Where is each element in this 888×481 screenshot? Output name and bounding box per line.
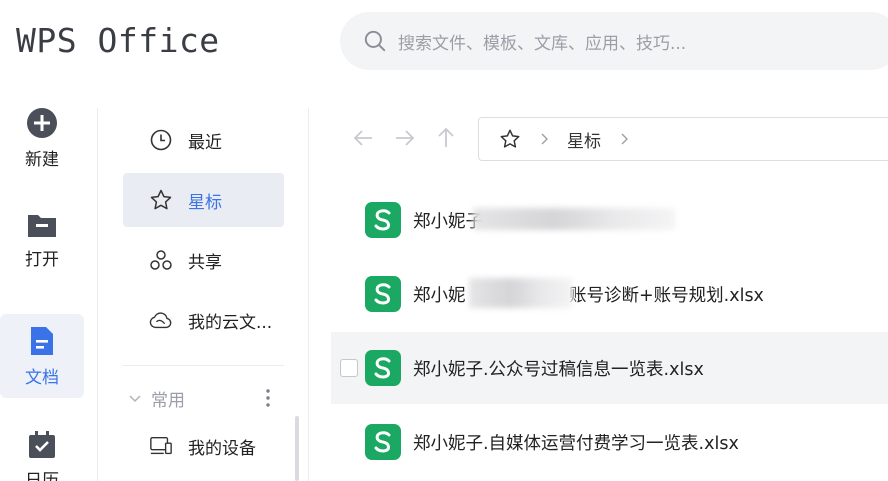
file-row[interactable]: 郑小妮子.自媒体运营付费学习一览表.xlsx (331, 406, 888, 478)
file-row[interactable]: 郑小妮子.公众号过稿信息一览表.xlsx (331, 332, 888, 404)
search-bar[interactable]: 搜索文件、模板、文库、应用、技巧... (340, 12, 888, 70)
spreadsheet-icon (365, 350, 401, 386)
star-icon (149, 188, 173, 212)
nav-item-label: 最近 (188, 132, 222, 153)
rail-item-docs[interactable]: 文档 (0, 314, 84, 398)
nav-item-my-device[interactable]: 我的设备 (123, 419, 284, 473)
breadcrumb[interactable]: 星标 (478, 117, 888, 161)
rail-item-new[interactable]: 新建 (0, 96, 84, 180)
spreadsheet-icon (365, 424, 401, 460)
cloud-icon (149, 308, 173, 332)
more-vertical-icon[interactable] (264, 386, 272, 410)
spreadsheet-icon (365, 276, 401, 312)
section-label: 常用 (151, 390, 185, 411)
nav-item-label: 共享 (188, 252, 222, 273)
rail-item-label: 日历 (25, 470, 59, 481)
file-row[interactable]: 郑小妮子 (331, 184, 888, 256)
app-logo: WPS Office (16, 20, 220, 60)
nav-panel: 最近 星标 共享 我的云文... 常用 我的设备 (98, 108, 308, 481)
nav-item-label: 我的设备 (188, 438, 256, 459)
left-rail: 新建 打开 文档 日历 (0, 107, 98, 481)
file-name: 郑小妮子.自媒体运营付费学习一览表.xlsx (413, 433, 739, 454)
file-name-right: 账号诊断+账号规划.xlsx (569, 285, 764, 306)
rail-item-label: 文档 (25, 367, 59, 388)
spreadsheet-icon (365, 202, 401, 238)
nav-item-starred[interactable]: 星标 (123, 173, 284, 227)
search-placeholder: 搜索文件、模板、文库、应用、技巧... (398, 33, 687, 54)
star-icon (500, 129, 520, 148)
forward-arrow-icon[interactable] (390, 124, 418, 152)
document-icon (31, 326, 53, 355)
chevron-right-icon (621, 133, 628, 145)
plus-circle-icon (27, 107, 57, 138)
chevron-down-icon (129, 395, 141, 403)
clock-icon (149, 128, 173, 152)
nav-item-recent[interactable]: 最近 (123, 113, 284, 167)
rail-item-calendar[interactable]: 日历 (0, 418, 84, 481)
nav-divider-vertical (308, 108, 309, 481)
rail-item-label: 打开 (25, 249, 59, 270)
chevron-right-icon (541, 133, 548, 145)
folder-icon (28, 214, 56, 237)
rail-item-open[interactable]: 打开 (0, 198, 84, 282)
device-icon (149, 434, 173, 458)
row-checkbox[interactable] (340, 359, 358, 377)
breadcrumb-crumb[interactable]: 星标 (567, 127, 601, 152)
section-frequent[interactable]: 常用 (123, 384, 284, 412)
nav-divider (123, 365, 284, 366)
nav-item-cloud[interactable]: 我的云文... (123, 293, 284, 347)
nav-item-shared[interactable]: 共享 (123, 233, 284, 287)
nav-item-label: 星标 (188, 192, 222, 213)
calendar-icon (29, 430, 55, 458)
up-arrow-icon[interactable] (432, 124, 460, 152)
nav-scrollbar[interactable] (295, 416, 299, 481)
redaction-blur (469, 278, 573, 308)
rail-item-label: 新建 (25, 149, 59, 170)
nav-item-label: 我的云文... (188, 312, 273, 333)
file-name-left: 郑小妮 (413, 285, 466, 306)
search-icon (364, 30, 386, 52)
redaction-blur (473, 208, 675, 230)
share-icon (149, 248, 173, 272)
back-arrow-icon[interactable] (350, 124, 378, 152)
file-name: 郑小妮子.公众号过稿信息一览表.xlsx (413, 359, 704, 380)
file-row[interactable]: 郑小妮 账号诊断+账号规划.xlsx (331, 258, 888, 330)
